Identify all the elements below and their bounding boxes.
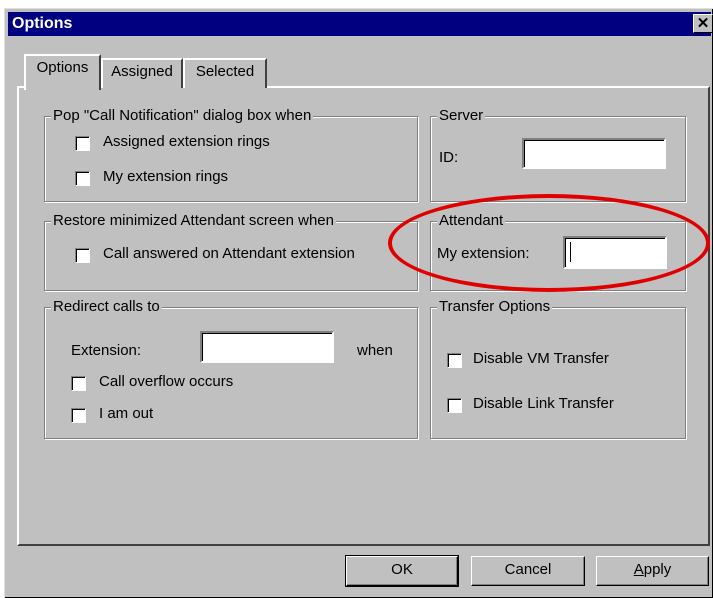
i-am-out-checkbox[interactable] bbox=[71, 408, 86, 423]
call-overflow-checkbox[interactable] bbox=[71, 376, 86, 391]
tab-selected[interactable]: Selected bbox=[183, 58, 267, 88]
disable-vm-transfer-checkbox[interactable] bbox=[447, 353, 462, 368]
red-highlight-ellipse bbox=[388, 194, 710, 292]
call-notification-group: Pop "Call Notification" dialog box when … bbox=[44, 107, 418, 202]
when-label: when bbox=[357, 342, 393, 359]
server-legend: Server bbox=[437, 107, 486, 124]
close-button[interactable]: ✕ bbox=[693, 14, 713, 33]
restore-group: Restore minimized Attendant screen when … bbox=[44, 212, 418, 291]
call-notification-legend: Pop "Call Notification" dialog box when bbox=[51, 107, 314, 124]
call-answered-checkbox[interactable] bbox=[75, 248, 90, 263]
redirect-extension-input[interactable] bbox=[200, 331, 334, 363]
assigned-extension-rings-label: Assigned extension rings bbox=[103, 133, 270, 150]
server-id-label: ID: bbox=[439, 149, 459, 166]
assigned-extension-rings-checkbox[interactable] bbox=[75, 136, 90, 151]
server-id-input[interactable] bbox=[522, 138, 666, 169]
transfer-options-legend: Transfer Options bbox=[437, 298, 553, 315]
disable-link-transfer-checkbox[interactable] bbox=[447, 398, 462, 413]
my-extension-rings-checkbox[interactable] bbox=[75, 171, 90, 186]
apply-button[interactable]: Apply bbox=[596, 556, 709, 586]
redirect-group: Redirect calls to Extension: when Call o… bbox=[44, 298, 418, 439]
window-title: Options bbox=[12, 15, 73, 32]
tab-options[interactable]: Options bbox=[24, 54, 101, 90]
close-icon: ✕ bbox=[696, 15, 710, 32]
ok-button[interactable]: OK bbox=[345, 555, 459, 587]
redirect-legend: Redirect calls to bbox=[51, 298, 162, 315]
tab-assigned[interactable]: Assigned bbox=[101, 58, 183, 88]
redirect-extension-label: Extension: bbox=[71, 342, 142, 359]
my-extension-rings-label: My extension rings bbox=[103, 168, 229, 185]
transfer-options-group: Transfer Options Disable VM Transfer Dis… bbox=[430, 298, 686, 439]
disable-link-transfer-label: Disable Link Transfer bbox=[473, 395, 614, 412]
cancel-button[interactable]: Cancel bbox=[471, 556, 585, 586]
disable-vm-transfer-label: Disable VM Transfer bbox=[473, 350, 609, 367]
server-group: Server ID: bbox=[430, 107, 686, 202]
call-overflow-label: Call overflow occurs bbox=[99, 373, 234, 390]
i-am-out-label: I am out bbox=[99, 405, 154, 422]
title-bar[interactable]: Options ✕ bbox=[8, 12, 713, 36]
call-answered-label: Call answered on Attendant extension bbox=[103, 245, 355, 262]
restore-legend: Restore minimized Attendant screen when bbox=[51, 212, 336, 229]
